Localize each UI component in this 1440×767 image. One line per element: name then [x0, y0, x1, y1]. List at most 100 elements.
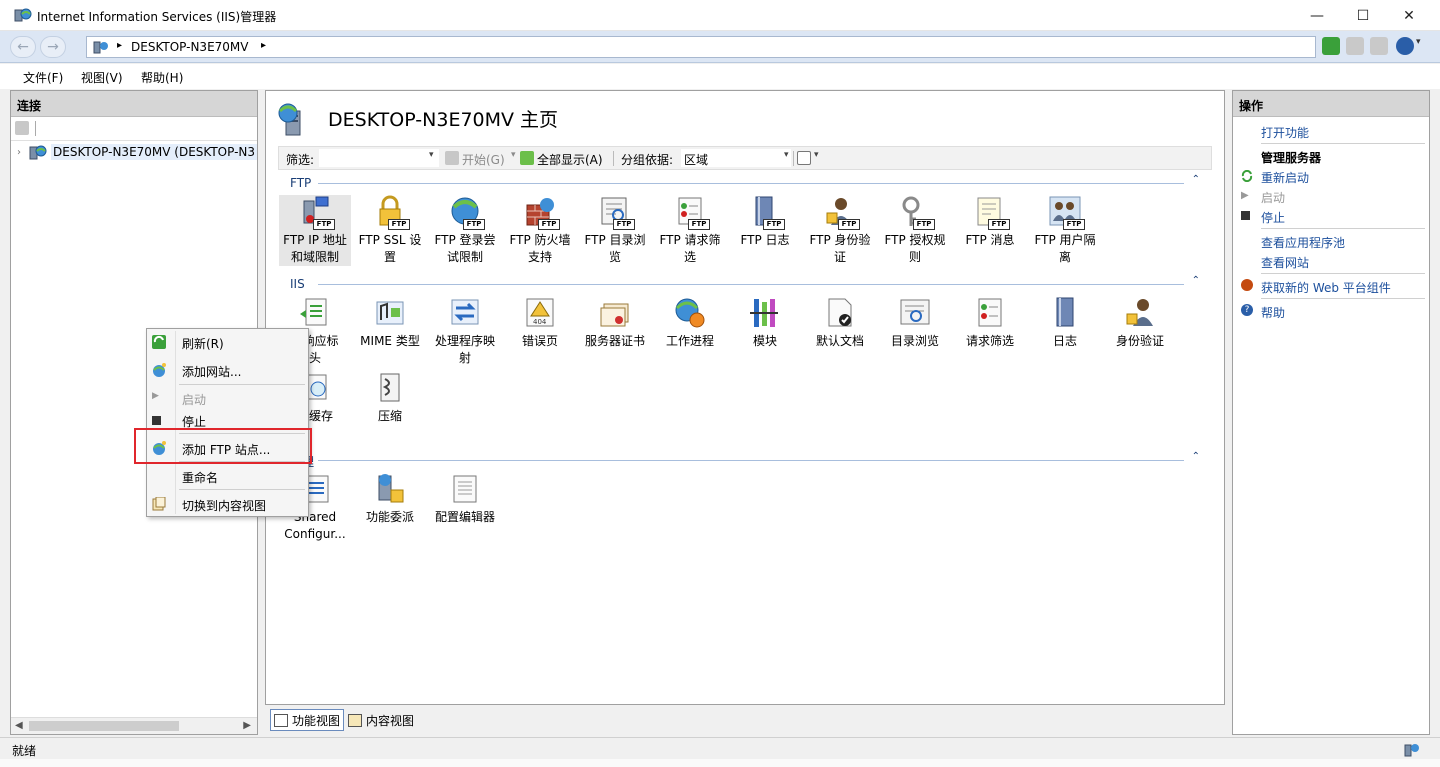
scroll-left-icon[interactable]: ◀ [15, 720, 23, 731]
menu-item-rename[interactable]: 重命名 [147, 465, 308, 487]
menu-file[interactable]: 文件(F) [23, 69, 63, 86]
filter-label: 筛选: [286, 153, 315, 167]
feature-handler-mappings[interactable]: 处理程序映 射 [429, 296, 501, 367]
connections-header: 连接 [11, 91, 257, 117]
help-link[interactable]: 帮助 [1261, 304, 1285, 321]
log-book-icon: FTP [748, 195, 785, 230]
section-management[interactable]: 管理 ⌃ [278, 451, 1200, 469]
start-filter-button[interactable]: 开始(G) [462, 151, 505, 168]
chevron-down-icon[interactable]: ▾ [1416, 37, 1426, 55]
chevron-right-icon[interactable]: › [17, 147, 29, 158]
feature-ftp-authentication[interactable]: FTP FTP 身份验 证 [804, 195, 876, 266]
feature-configuration-editor[interactable]: 配置编辑器 [429, 472, 501, 526]
feature-default-document[interactable]: 默认文档 [804, 296, 876, 350]
chevron-down-icon[interactable]: ▾ [784, 150, 789, 160]
user-lock-icon [1123, 296, 1157, 330]
worker-process-icon [673, 296, 707, 330]
section-divider [318, 284, 1184, 285]
back-button[interactable]: ← [10, 36, 36, 58]
scrollbar-thumb[interactable] [29, 721, 179, 731]
stop-icon[interactable] [1346, 37, 1364, 55]
scroll-right-icon[interactable]: ▶ [243, 720, 251, 731]
feature-authentication[interactable]: 身份验证 [1104, 296, 1176, 350]
feature-mime-types[interactable]: MIME 类型 [354, 296, 426, 350]
connect-icon[interactable] [15, 121, 29, 135]
help-icon[interactable] [1396, 37, 1414, 55]
feature-compression[interactable]: 压缩 [354, 371, 426, 425]
error-page-icon: 404 [523, 296, 557, 330]
menu-item-add-website[interactable]: 添加网站... [147, 359, 308, 381]
tree-node-server[interactable]: › DESKTOP-N3E70MV (DESKTOP-N3 [17, 143, 258, 161]
feature-label: 支持 [527, 250, 552, 264]
refresh-icon[interactable] [1322, 37, 1340, 55]
breadcrumb-server[interactable]: DESKTOP-N3E70MV [131, 40, 248, 54]
view-sites-link[interactable]: 查看网站 [1261, 254, 1309, 271]
feature-server-certificates[interactable]: 服务器证书 [579, 296, 651, 350]
menu-help[interactable]: 帮助(H) [141, 69, 183, 86]
feature-modules[interactable]: 模块 [729, 296, 801, 350]
close-button[interactable]: ✕ [1386, 0, 1432, 31]
address-field[interactable]: ▸ DESKTOP-N3E70MV ▸ [86, 36, 1316, 58]
menu-item-start[interactable]: ▶ 启动 [147, 387, 308, 409]
tab-label: 内容视图 [366, 713, 415, 728]
home-icon[interactable] [1370, 37, 1388, 55]
feature-label: 和域限制 [290, 250, 339, 264]
feature-worker-processes[interactable]: 工作进程 [654, 296, 726, 350]
feature-error-pages[interactable]: 404 错误页 [504, 296, 576, 350]
menu-bar: 文件(F) 视图(V) 帮助(H) [0, 64, 1440, 89]
feature-ftp-ssl[interactable]: FTP FTP SSL 设 置 [354, 195, 426, 266]
feature-directory-browsing[interactable]: 目录浏览 [879, 296, 951, 350]
feature-ftp-directory-browsing[interactable]: FTP FTP 目录浏 览 [579, 195, 651, 266]
breadcrumb-separator[interactable]: ▸ [117, 40, 122, 51]
breadcrumb-separator[interactable]: ▸ [261, 40, 266, 51]
stop-link[interactable]: 停止 [1261, 209, 1285, 226]
handler-mappings-icon [448, 296, 482, 330]
collapse-icon[interactable]: ⌃ [1192, 451, 1200, 462]
start-link[interactable]: 启动 [1261, 189, 1285, 206]
forward-button[interactable]: → [40, 36, 66, 58]
feature-delegation[interactable]: 功能委派 [354, 472, 426, 526]
tab-features-view[interactable]: 功能视图 [270, 709, 345, 731]
context-menu: 刷新(R) 添加网站... ▶ 启动 停止 添加 FTP 站点... 重命名 切… [146, 328, 309, 517]
feature-label: 压缩 [377, 409, 402, 423]
tree-node-label[interactable]: DESKTOP-N3E70MV (DESKTOP-N3 [51, 144, 258, 160]
chevron-down-icon[interactable]: ▾ [429, 150, 434, 160]
menu-item-switch-content-view[interactable]: 切换到内容视图 [147, 493, 308, 515]
collapse-icon[interactable]: ⌃ [1192, 174, 1200, 185]
chevron-down-icon[interactable]: ▾ [511, 150, 516, 160]
chevron-down-icon[interactable]: ▾ [814, 150, 819, 160]
menu-view[interactable]: 视图(V) [81, 69, 123, 86]
feature-ftp-messages[interactable]: FTP FTP 消息 [954, 195, 1026, 249]
section-iis[interactable]: IIS ⌃ [278, 275, 1200, 291]
window-title: Internet Information Services (IIS)管理器 [37, 10, 277, 24]
horizontal-scrollbar[interactable]: ◀ ▶ [11, 717, 257, 734]
menu-item-refresh[interactable]: 刷新(R) [147, 331, 308, 353]
tab-content-view[interactable]: 内容视图 [348, 709, 414, 731]
section-divider [318, 460, 1184, 461]
feature-ftp-request-filtering[interactable]: FTP FTP 请求筛 选 [654, 195, 726, 266]
show-all-button[interactable]: 全部显示(A) [537, 151, 603, 168]
feature-ftp-logging[interactable]: FTP FTP 日志 [729, 195, 801, 249]
menu-item-label: 启动 [182, 393, 207, 407]
feature-ftp-authorization[interactable]: FTP FTP 授权规 则 [879, 195, 951, 266]
group-by-select[interactable]: 区域 [681, 149, 791, 167]
restart-link[interactable]: 重新启动 [1261, 169, 1309, 186]
feature-request-filtering[interactable]: 请求筛选 [954, 296, 1026, 350]
feature-ftp-user-isolation[interactable]: FTP FTP 用户隔 离 [1029, 195, 1101, 266]
filter-input[interactable] [319, 149, 439, 167]
user-lock-icon: FTP [823, 195, 860, 230]
section-ftp[interactable]: FTP ⌃ [278, 174, 1200, 190]
web-platform-link[interactable]: 获取新的 Web 平台组件 [1261, 279, 1391, 296]
feature-logging[interactable]: 日志 [1029, 296, 1101, 350]
view-mode-icon[interactable] [797, 151, 811, 165]
directory-browse-icon: FTP [598, 195, 635, 230]
feature-ftp-ip-restrictions[interactable]: FTP FTP IP 地址 和域限制 [279, 195, 351, 266]
feature-ftp-logon-attempts[interactable]: FTP FTP 登录尝 试限制 [429, 195, 501, 266]
open-feature-link[interactable]: 打开功能 [1261, 124, 1309, 141]
view-app-pools-link[interactable]: 查看应用程序池 [1261, 234, 1345, 251]
collapse-icon[interactable]: ⌃ [1192, 275, 1200, 286]
feature-ftp-firewall[interactable]: FTP FTP 防火墙 支持 [504, 195, 576, 266]
maximize-button[interactable]: ☐ [1340, 0, 1386, 31]
minimize-button[interactable]: — [1294, 0, 1340, 31]
globe-icon: FTP [448, 195, 485, 230]
